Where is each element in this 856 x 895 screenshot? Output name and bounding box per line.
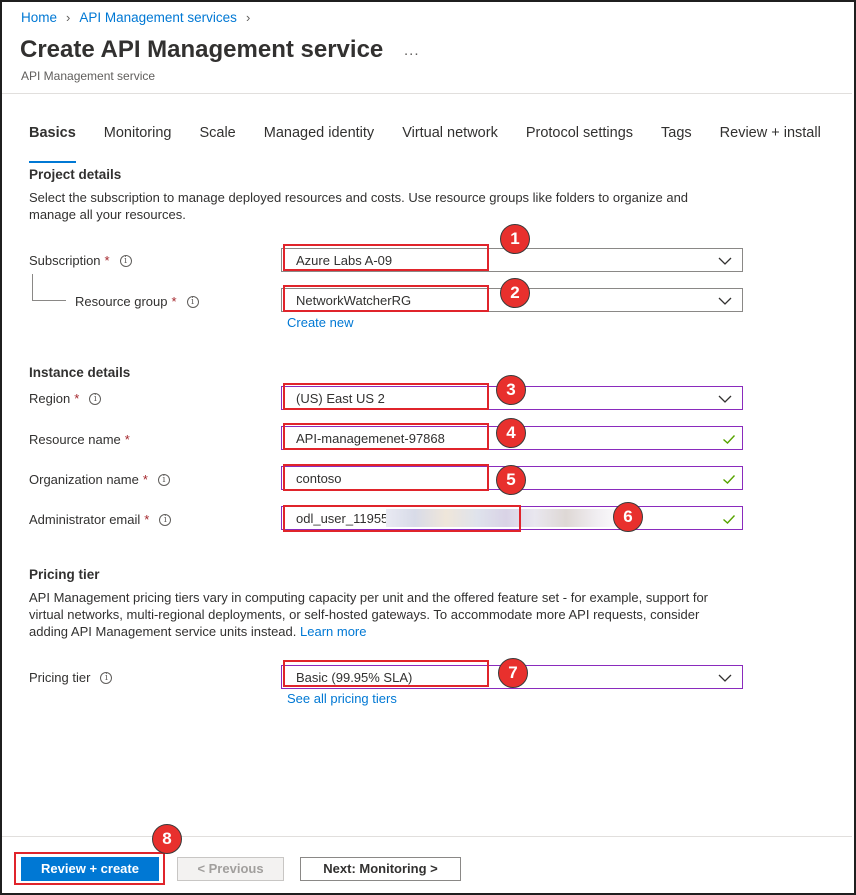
pricing-tier-description: API Management pricing tiers vary in com… bbox=[29, 589, 729, 640]
checkmark-icon bbox=[723, 515, 736, 524]
project-details-heading: Project details bbox=[29, 167, 122, 182]
required-marker: * bbox=[171, 294, 177, 309]
step-badge-1: 1 bbox=[500, 224, 530, 254]
region-label: Region * i bbox=[29, 391, 102, 406]
project-details-description: Select the subscription to manage deploy… bbox=[29, 190, 689, 222]
tab-bar: Basics Monitoring Scale Managed identity… bbox=[29, 125, 821, 163]
region-label-text: Region bbox=[29, 391, 71, 406]
organization-name-label-text: Organization name bbox=[29, 472, 139, 487]
subscription-label-text: Subscription bbox=[29, 253, 101, 268]
breadcrumb-home[interactable]: Home bbox=[21, 10, 57, 25]
more-options-button[interactable]: ... bbox=[404, 42, 420, 59]
chevron-down-icon bbox=[718, 257, 732, 265]
review-create-button[interactable]: Review + create bbox=[21, 857, 159, 881]
resource-name-value: API-managemenet-97868 bbox=[296, 431, 445, 446]
info-icon[interactable]: i bbox=[159, 513, 172, 526]
step-badge-2: 2 bbox=[500, 278, 530, 308]
organization-name-value: contoso bbox=[296, 471, 342, 486]
chevron-down-icon bbox=[718, 395, 732, 403]
step-badge-5: 5 bbox=[496, 465, 526, 495]
info-icon[interactable]: i bbox=[186, 295, 199, 308]
see-all-pricing-tiers-link[interactable]: See all pricing tiers bbox=[287, 691, 397, 706]
checkmark-icon bbox=[723, 475, 736, 484]
required-marker: * bbox=[144, 512, 150, 527]
info-icon[interactable]: i bbox=[100, 671, 113, 684]
administrator-email-input[interactable]: odl_user_11955 bbox=[281, 506, 743, 530]
info-icon[interactable]: i bbox=[157, 473, 170, 486]
resource-name-label: Resource name * bbox=[29, 432, 130, 447]
chevron-down-icon bbox=[718, 674, 732, 682]
breadcrumb: Home › API Management services › bbox=[21, 10, 250, 25]
resource-name-label-text: Resource name bbox=[29, 432, 121, 447]
info-icon[interactable]: i bbox=[89, 392, 102, 405]
page-subtitle: API Management service bbox=[21, 69, 156, 83]
administrator-email-value: odl_user_11955 bbox=[296, 511, 389, 526]
step-badge-8: 8 bbox=[152, 824, 182, 854]
tab-scale[interactable]: Scale bbox=[199, 125, 235, 149]
chevron-right-icon: › bbox=[66, 10, 71, 25]
tab-virtual-network[interactable]: Virtual network bbox=[402, 125, 498, 149]
tab-protocol-settings[interactable]: Protocol settings bbox=[526, 125, 633, 149]
next-monitoring-button[interactable]: Next: Monitoring > bbox=[300, 857, 461, 881]
pricing-tier-label: Pricing tier i bbox=[29, 670, 113, 685]
previous-button[interactable]: < Previous bbox=[177, 857, 284, 881]
step-badge-3: 3 bbox=[496, 375, 526, 405]
required-marker: * bbox=[74, 391, 80, 406]
tree-connector bbox=[32, 300, 66, 301]
resource-group-label-text: Resource group bbox=[75, 294, 168, 309]
step-badge-7: 7 bbox=[498, 658, 528, 688]
instance-details-heading: Instance details bbox=[29, 365, 131, 380]
step-badge-6: 6 bbox=[613, 502, 643, 532]
header-divider bbox=[2, 93, 852, 94]
organization-name-label: Organization name * i bbox=[29, 472, 170, 487]
learn-more-link[interactable]: Learn more bbox=[300, 624, 366, 639]
create-new-resource-group-link[interactable]: Create new bbox=[287, 315, 353, 330]
chevron-right-icon: › bbox=[245, 10, 251, 25]
pricing-tier-label-text: Pricing tier bbox=[29, 670, 91, 685]
chevron-down-icon bbox=[718, 297, 732, 305]
tab-basics[interactable]: Basics bbox=[29, 125, 76, 163]
subscription-value: Azure Labs A-09 bbox=[296, 253, 393, 268]
step-badge-4: 4 bbox=[496, 418, 526, 448]
resource-group-label: Resource group * i bbox=[75, 294, 199, 309]
redacted-email-blur bbox=[386, 509, 626, 527]
tab-managed-identity[interactable]: Managed identity bbox=[264, 125, 374, 149]
tab-tags[interactable]: Tags bbox=[661, 125, 692, 149]
pricing-tier-heading: Pricing tier bbox=[29, 567, 100, 582]
page-title: Create API Management service bbox=[20, 36, 384, 63]
required-marker: * bbox=[142, 472, 148, 487]
administrator-email-label: Administrator email * i bbox=[29, 512, 172, 527]
pricing-description-text: API Management pricing tiers vary in com… bbox=[29, 590, 709, 639]
checkmark-icon bbox=[723, 435, 736, 444]
administrator-email-label-text: Administrator email bbox=[29, 512, 141, 527]
required-marker: * bbox=[124, 432, 130, 447]
footer-divider bbox=[2, 836, 852, 837]
required-marker: * bbox=[104, 253, 110, 268]
pricing-tier-value: Basic (99.95% SLA) bbox=[296, 670, 413, 685]
breadcrumb-api-management-services[interactable]: API Management services bbox=[79, 10, 237, 25]
tab-review-install[interactable]: Review + install bbox=[720, 125, 821, 149]
resource-group-value: NetworkWatcherRG bbox=[296, 293, 412, 308]
tree-connector bbox=[32, 274, 33, 300]
region-value: (US) East US 2 bbox=[296, 391, 385, 406]
info-icon[interactable]: i bbox=[119, 254, 132, 267]
subscription-label: Subscription * i bbox=[29, 253, 132, 268]
tab-monitoring[interactable]: Monitoring bbox=[104, 125, 172, 149]
